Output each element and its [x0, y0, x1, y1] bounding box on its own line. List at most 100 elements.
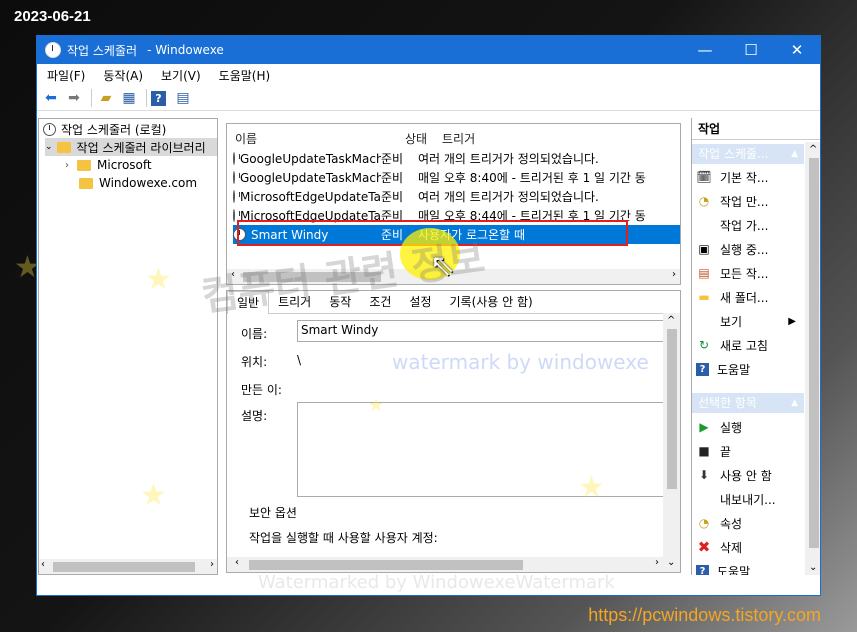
star-decoration: ★	[578, 470, 605, 505]
menu-help[interactable]: 도움말(H)	[209, 67, 279, 84]
toolbar-separator	[146, 89, 147, 107]
chevron-down-icon[interactable]: ⌄	[45, 142, 53, 152]
action-end[interactable]: ■ 끝	[696, 440, 731, 462]
scroll-right-icon[interactable]: ›	[210, 559, 214, 570]
scroll-up-icon[interactable]: ^	[809, 144, 817, 155]
title-bar: 작업 스케줄러 - Windowexe — ☐ ✕	[37, 36, 820, 64]
description-field[interactable]	[297, 402, 665, 497]
scroll-down-icon[interactable]: ⌄	[667, 557, 675, 568]
properties-icon: ◔	[698, 516, 710, 530]
tree-horizontal-scrollbar[interactable]: ‹ ›	[39, 559, 217, 574]
minimize-button[interactable]: —	[682, 36, 728, 64]
actions-vertical-scrollbar[interactable]: ^ ⌄	[805, 142, 820, 575]
collapse-icon[interactable]: ▲	[791, 393, 798, 413]
task-trigger: 여러 개의 트리거가 정의되었습니다.	[418, 190, 599, 204]
folder-icon	[56, 141, 71, 153]
new-folder-icon: ▬	[698, 290, 710, 304]
tree-root-label: 작업 스케줄러 (로컬)	[61, 122, 167, 137]
tree-item-windowexe[interactable]: Windowexe.com	[79, 174, 197, 192]
section-selected-item[interactable]: 선택한 항목 ▲	[692, 393, 804, 413]
help-icon: ?	[696, 564, 709, 575]
window-title-suffix: - Windowexe	[147, 43, 224, 57]
tree-pane: 작업 스케줄러 (로컬) ⌄ 작업 스케줄러 라이브러리 › Microsoft…	[38, 118, 218, 575]
section-label: 작업 스케줄...	[698, 147, 769, 161]
star-decoration: ★	[368, 395, 385, 416]
date-stamp: 2023-06-21	[14, 8, 91, 25]
show-action-pane-icon[interactable]: ▤	[173, 88, 193, 108]
scroll-left-icon[interactable]: ‹	[41, 559, 45, 570]
column-header-name[interactable]: 이름	[235, 130, 257, 147]
tree-microsoft-label: Microsoft	[97, 158, 152, 172]
scroll-down-icon[interactable]: ⌄	[809, 562, 817, 573]
task-icon	[233, 190, 240, 203]
column-header-status[interactable]: 상태	[405, 130, 427, 147]
detail-horizontal-scrollbar[interactable]: ‹ ›	[227, 557, 663, 572]
action-help[interactable]: ? 도움말	[696, 358, 750, 380]
column-header-trigger[interactable]: 트리거	[442, 130, 475, 147]
author-label: 만든 이:	[241, 383, 282, 397]
task-name: GoogleUpdateTaskMachi...	[240, 170, 381, 185]
star-decoration: ★	[140, 478, 167, 513]
task-row[interactable]: GoogleUpdateTaskMachi... 준비 여러 개의 트리거가 정…	[233, 149, 680, 168]
window-title: 작업 스케줄러	[67, 43, 138, 58]
task-row[interactable]: GoogleUpdateTaskMachi... 준비 매일 오후 8:40에 …	[233, 168, 680, 187]
scroll-right-icon[interactable]: ›	[655, 557, 659, 568]
clock-icon	[43, 122, 56, 136]
close-button[interactable]: ✕	[774, 36, 820, 64]
detail-vertical-scrollbar[interactable]: ^ ⌄	[663, 313, 680, 572]
name-field[interactable]: Smart Windy	[297, 320, 665, 342]
source-url: https://pcwindows.tistory.com	[588, 605, 821, 625]
scrollbar-thumb[interactable]	[667, 329, 677, 489]
scroll-left-icon[interactable]: ‹	[235, 557, 239, 568]
run-as-account-label: 작업을 실행할 때 사용할 사용자 계정:	[249, 531, 438, 545]
toolbar: ⬅ ➡ ▰ ▦ ? ▤	[37, 86, 820, 111]
scroll-right-icon[interactable]: ›	[672, 269, 676, 280]
end-icon: ■	[698, 444, 710, 458]
location-value: \	[297, 353, 302, 367]
action-running-tasks[interactable]: ▣ 실행 중...	[696, 238, 768, 260]
action-properties[interactable]: ◔ 속성	[696, 512, 742, 534]
task-row[interactable]: MicrosoftEdgeUpdateTas... 준비 여러 개의 트리거가 …	[233, 187, 680, 206]
tree-root[interactable]: 작업 스케줄러 (로컬)	[43, 120, 166, 138]
scroll-up-icon[interactable]: ^	[667, 315, 675, 326]
action-export[interactable]: 내보내기...	[696, 488, 776, 510]
tree-item-library[interactable]: ⌄ 작업 스케줄러 라이브러리	[45, 138, 217, 156]
collapse-icon[interactable]: ▲	[791, 144, 798, 164]
submenu-arrow-icon: ▶	[788, 315, 796, 327]
show-hide-tree-icon[interactable]: ▦	[119, 88, 139, 108]
disable-icon: ⬇	[698, 468, 710, 482]
scrollbar-thumb[interactable]	[249, 560, 523, 570]
tab-history[interactable]: 기록(사용 안 함)	[441, 291, 542, 313]
task-status: 준비	[381, 190, 404, 204]
back-arrow-icon[interactable]: ⬅	[41, 88, 61, 108]
location-label: 위치:	[241, 355, 268, 369]
description-label: 설명:	[241, 409, 268, 423]
action-create-task[interactable]: ◔ 작업 만...	[696, 190, 769, 212]
menu-file[interactable]: 파일(F)	[37, 67, 93, 84]
chevron-right-icon[interactable]: ›	[65, 160, 69, 171]
menu-action[interactable]: 동작(A)	[93, 67, 151, 84]
maximize-button[interactable]: ☐	[728, 36, 774, 64]
tree-item-microsoft[interactable]: › Microsoft	[65, 156, 152, 174]
action-view[interactable]: 보기 ▶	[696, 310, 796, 332]
forward-arrow-icon[interactable]: ➡	[64, 88, 84, 108]
scrollbar-thumb[interactable]	[53, 562, 195, 572]
scrollbar-thumb[interactable]	[809, 158, 819, 548]
action-all-tasks[interactable]: ▤ 모든 작...	[696, 262, 768, 284]
action-basic-task[interactable]: 🗓 기본 작...	[696, 166, 768, 188]
action-disable[interactable]: ⬇ 사용 안 함	[696, 464, 772, 486]
action-import-task[interactable]: 작업 가...	[696, 214, 768, 236]
up-folder-icon[interactable]: ▰	[96, 88, 116, 108]
action-help-selected[interactable]: ? 도움말	[696, 560, 750, 575]
help-icon: ?	[696, 362, 709, 376]
tree-windowexe-label: Windowexe.com	[99, 176, 198, 190]
action-new-folder[interactable]: ▬ 새 폴더...	[696, 286, 768, 308]
action-refresh[interactable]: ↻ 새로 고침	[696, 334, 768, 356]
action-delete[interactable]: ✖ 삭제	[696, 536, 742, 558]
refresh-icon: ↻	[698, 338, 710, 352]
action-run[interactable]: ▶ 실행	[696, 416, 742, 438]
toolbar-separator	[91, 89, 92, 107]
section-task-scheduler[interactable]: 작업 스케줄... ▲	[692, 144, 804, 164]
menu-view[interactable]: 보기(V)	[151, 67, 209, 84]
help-icon[interactable]: ?	[151, 90, 166, 106]
